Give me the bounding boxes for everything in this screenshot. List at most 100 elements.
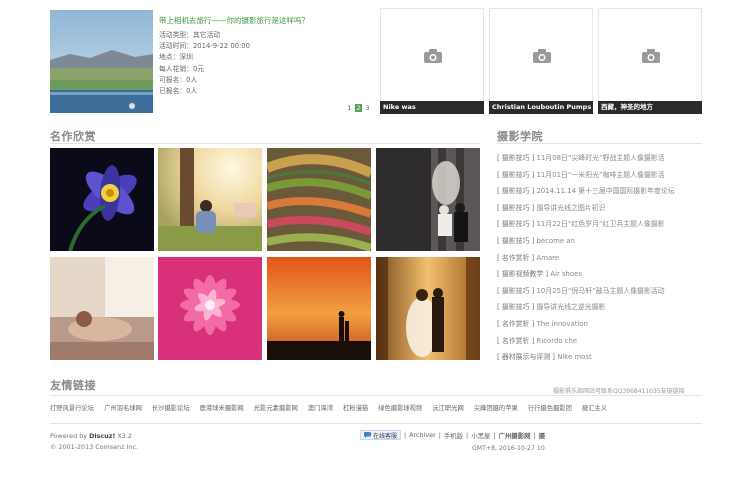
friend-link[interactable]: 尖峰团摄的苹果 [474,403,518,412]
academy-list-item[interactable]: [ 摄影技巧 ] 摄导讲光线之图片初识 [497,200,702,217]
academy-item-title[interactable]: Amare [537,254,560,262]
gallery-tile-sunset-silhouette[interactable] [267,257,371,360]
academy-item-title[interactable]: 11月08日“尖峰时光”野战主题人像摄影活 [537,154,665,162]
friend-links-row: 打野风景行论坛 广州羽毛球网 长沙摄影论坛 鹿港球米摄影网 光影元素摄影网 澳门海湾 杠粉漫… [50,403,705,412]
academy-item-category[interactable]: [ 摄影技巧 ] [497,287,534,295]
activity-title-link[interactable]: 带上相机去旅行——你的摄影旅行是这样吗？ [159,15,309,26]
academy-list-item[interactable]: [ 摄影视频教学 ] Air shoes [497,266,702,283]
thumb-card-1[interactable]: Nike was [380,8,484,114]
academy-list-item[interactable]: [ 摄影技巧 ] 11月01日“一米阳光”咖啡主题人像摄影活 [497,167,702,184]
archiver-link[interactable]: Archiver [409,431,436,439]
gallery-divider [50,143,480,144]
powered-prefix: Powered by [50,432,88,440]
mobile-link[interactable]: 手机版 [444,431,463,440]
academy-item-category[interactable]: [ 摄影技巧 ] [497,204,534,212]
gallery-section-title: 名作欣赏 [50,130,96,143]
academy-item-category[interactable]: [ 摄影技巧 ] [497,220,534,228]
activity-cost: 每人花销：0元 [159,64,205,73]
thumb-caption-2[interactable]: Christian Louboutin Pumps [489,101,593,114]
academy-item-title[interactable]: 10月25日“倪马轩”鼓马主题人像摄影活动 [537,287,665,295]
academy-item-category[interactable]: [ 摄影技巧 ] [497,187,534,195]
blackroom-link[interactable]: 小黑屋 [471,431,490,440]
academy-item-category[interactable]: [ 名作赏析 ] [497,320,534,328]
friends-note: 摄影俱乐部网站可联系QQ3968411035友链链接 [553,388,685,395]
page-link-2-current[interactable]: 2 [355,104,362,112]
page-link-1[interactable]: 1 [346,104,353,112]
academy-item-category[interactable]: [ 摄影技巧 ] [497,237,534,245]
gallery-tile-tree-portrait[interactable] [158,148,262,251]
thumb-caption-1[interactable]: Nike was [380,101,484,114]
camera-icon [642,49,660,65]
academy-list-item[interactable]: [ 摄影技巧 ] 2014.11.14 第十三届中国国际摄影年度论坛 [497,183,702,200]
academy-list-item[interactable]: [ 摄影技巧 ] 11月08日“尖峰时光”野战主题人像摄影活 [497,150,702,167]
academy-item-title[interactable]: 摄导讲光线之逆光摄影 [537,303,606,311]
friends-section-title: 友情链接 [50,379,96,392]
academy-item-title[interactable]: 11月22日“红色岁月”红卫兵主题人像摄影 [537,220,665,228]
academy-list-item[interactable]: [ 摄影技巧 ] become an [497,233,702,250]
gallery-tile-golden-bride[interactable] [376,257,480,360]
thumb-card-2[interactable]: Christian Louboutin Pumps [489,8,593,114]
academy-item-title[interactable]: Air shoes [550,270,582,278]
academy-item-title[interactable]: become an [537,237,575,245]
academy-list: [ 摄影技巧 ] 11月08日“尖峰时光”野战主题人像摄影活[ 摄影技巧 ] 1… [497,150,702,366]
gallery-tile-church-wedding[interactable] [376,148,480,251]
friend-link[interactable]: 杠粉漫猫 [343,403,368,412]
friend-link[interactable]: 澳门海湾 [308,403,333,412]
academy-list-item[interactable]: [ 名作赏析 ] The innovation [497,316,702,333]
academy-item-title[interactable]: Ricordo che [537,337,578,345]
footer-links: 在线客服 | Archiver | 手机版 | 小黑屋 | 广州摄影网 | 摄 [360,430,545,440]
gallery-tile-pink-dahlia[interactable] [158,257,262,360]
online-service-button[interactable]: 在线客服 [360,430,402,440]
academy-list-item[interactable]: [ 摄影技巧 ] 摄导讲光线之逆光摄影 [497,299,702,316]
online-service-label: 在线客服 [373,432,398,440]
academy-item-title[interactable]: 摄导讲光线之图片初识 [537,204,606,212]
faded-header-left [50,0,150,2]
academy-item-title[interactable]: 11月01日“一米阳光”咖啡主题人像摄影活 [537,171,665,179]
footer-divider [50,423,702,424]
academy-item-category[interactable]: [ 摄影技巧 ] [497,171,534,179]
academy-list-item[interactable]: [ 器材展示与评测 ] Nike most [497,349,702,366]
page-link-3[interactable]: 3 [364,104,371,112]
friend-link[interactable]: 打野风景行论坛 [50,403,94,412]
server-time: GMT+8, 2016-10-27 10 [472,445,545,452]
thumb-caption-3[interactable]: 西藏，神圣的地方 [598,101,702,114]
academy-section-title: 摄影学院 [497,130,543,143]
friend-link[interactable]: 长沙摄影论坛 [152,403,190,412]
faded-header-right [380,0,460,2]
activity-location: 地点：深圳 [159,53,193,62]
camera-icon [533,49,551,65]
academy-list-item[interactable]: [ 名作赏析 ] Ricordo che [497,333,702,350]
academy-list-item[interactable]: [ 摄影技巧 ] 11月22日“红色岁月”红卫兵主题人像摄影 [497,216,702,233]
friend-link[interactable]: 沅江职光网 [432,403,463,412]
friend-link[interactable]: 捷汇主义 [582,403,607,412]
academy-item-category[interactable]: [ 摄影技巧 ] [497,154,534,162]
activity-pager: 1 2 3 [346,104,371,112]
activity-photo[interactable] [50,10,153,113]
footer-tail: 摄 [538,431,546,440]
friend-link[interactable]: 鹿港球米摄影网 [200,403,244,412]
academy-item-title[interactable]: 2014.11.14 第十三届中国国际摄影年度论坛 [537,187,675,195]
academy-item-category[interactable]: [ 摄影视频教学 ] [497,270,548,278]
thumb-card-3[interactable]: 西藏，神圣的地方 [598,8,702,114]
gallery-tile-rice-terraces[interactable] [267,148,371,251]
academy-item-category[interactable]: [ 器材展示与评测 ] [497,353,555,361]
friend-link[interactable]: 绿色摄影球视频 [378,403,422,412]
academy-item-category[interactable]: [ 名作赏析 ] [497,254,534,262]
academy-list-item[interactable]: [ 名作赏析 ] Amare [497,250,702,267]
friend-link[interactable]: 光影元素摄影网 [254,403,298,412]
activity-info: 活动类型：其它活动 活动时间：2014-9-22 00:00 地点：深圳 每人花… [159,30,250,97]
friend-link[interactable]: 行行摄色摄影团 [528,403,572,412]
friends-divider [50,395,702,396]
discuz-link[interactable]: Discuz! [89,432,115,440]
activity-available: 可报名：0人 [159,75,198,84]
academy-item-category[interactable]: [ 摄影技巧 ] [497,303,534,311]
gallery-tile-window-portrait[interactable] [50,257,154,360]
academy-list-item[interactable]: [ 摄影技巧 ] 10月25日“倪马轩”鼓马主题人像摄影活动 [497,283,702,300]
academy-item-title[interactable]: Nike most [557,353,591,361]
footer-copyright: © 2001-2013 Comsenz Inc. [50,443,139,451]
gallery-tile-flower[interactable] [50,148,154,251]
academy-item-category[interactable]: [ 名作赏析 ] [497,337,534,345]
academy-item-title[interactable]: The innovation [537,320,588,328]
site-name-link[interactable]: 广州摄影网 [499,431,531,440]
friend-link[interactable]: 广州羽毛球网 [104,403,142,412]
